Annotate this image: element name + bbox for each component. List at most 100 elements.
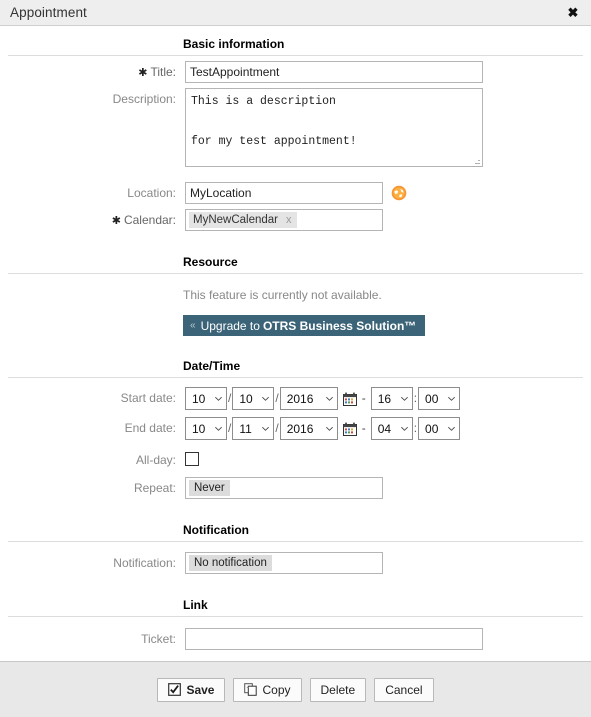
field-row-all-day: All-day: (0, 440, 591, 467)
calendar-tag-remove-icon[interactable]: x (281, 214, 297, 226)
start-time-minute-select[interactable]: 00 (418, 387, 461, 410)
location-input[interactable] (185, 182, 383, 204)
label-start-date: Start date: (120, 391, 176, 405)
ticket-input[interactable] (185, 628, 483, 650)
chevron-down-icon (448, 396, 455, 401)
start-time-hour-value: 16 (377, 391, 392, 406)
description-textarea[interactable]: This is a description for my test appoin… (185, 88, 483, 167)
calendar-icon[interactable] (342, 422, 357, 436)
required-asterisk-calendar: ✱ (111, 215, 121, 227)
required-asterisk-title: ✱ (138, 67, 148, 79)
section-header-basic: Basic information (0, 26, 591, 55)
chevron-down-icon (325, 396, 333, 401)
section-header-datetime: Date/Time (0, 348, 591, 377)
start-date-year-select[interactable]: 2016 (279, 387, 338, 410)
notification-select-value: No notification (189, 555, 272, 571)
chevron-down-icon (448, 426, 455, 431)
save-button[interactable]: Save (157, 677, 226, 702)
field-wrap-calendar: MyNewCalendar x (185, 209, 383, 231)
cancel-button-label: Cancel (385, 682, 423, 697)
field-row-end-date: End date: 10 / 11 / 2016 - 04: 00 (0, 410, 591, 440)
field-wrap-end-date: 10 / 11 / 2016 - 04: 00 (185, 417, 461, 440)
field-row-calendar: ✱ Calendar: MyNewCalendar x (0, 204, 591, 231)
start-date-month-select[interactable]: 10 (232, 387, 275, 410)
label-calendar-text: Calendar: (123, 213, 176, 227)
title-input[interactable] (185, 61, 483, 83)
field-row-title: ✱ Title: (0, 56, 591, 83)
upgrade-button-product: OTRS Business Solution™ (262, 318, 417, 333)
field-wrap-location (185, 182, 407, 204)
end-time-minute-value: 00 (425, 421, 439, 436)
upgrade-chevron-icon: « (190, 319, 196, 331)
globe-icon[interactable] (391, 185, 407, 201)
start-date-year-value: 2016 (286, 391, 314, 406)
section-resource: Resource This feature is currently not a… (0, 244, 591, 336)
calendar-tag: MyNewCalendar x (189, 212, 297, 228)
delete-button[interactable]: Delete (309, 677, 367, 702)
end-time-minute-select[interactable]: 00 (418, 417, 461, 440)
label-end-date: End date: (124, 421, 176, 435)
start-time-minute-value: 00 (425, 391, 439, 406)
field-row-description: Description: This is a description for m… (0, 83, 591, 170)
start-date-month-value: 10 (239, 391, 253, 406)
end-date-day-select[interactable]: 10 (185, 417, 227, 440)
chevron-down-icon (325, 426, 333, 431)
dialog-body: Basic information ✱Title: Description: T… (0, 26, 591, 661)
dialog-footer: Save Copy Delete Cancel (0, 661, 591, 717)
chevron-down-icon (215, 426, 222, 431)
section-basic-information: Basic information ✱Title: Description: T… (0, 26, 591, 231)
calendar-icon[interactable] (342, 392, 357, 406)
section-title-basic: Basic information (183, 37, 285, 51)
dialog-title: Appointment (10, 5, 87, 20)
chevron-down-icon (215, 396, 222, 401)
start-date-day-select[interactable]: 10 (185, 387, 227, 410)
copy-button[interactable]: Copy (233, 677, 302, 702)
end-date-month-select[interactable]: 11 (232, 417, 275, 440)
label-ticket: Ticket: (141, 632, 176, 646)
label-calendar: ✱ Calendar: (0, 209, 176, 227)
chevron-down-icon (400, 396, 408, 401)
start-date-range-dash: - (361, 391, 366, 405)
label-all-day: All-day: (135, 453, 176, 467)
close-icon[interactable]: ✖ (565, 5, 581, 21)
section-title-resource: Resource (183, 255, 238, 269)
end-date-month-value: 11 (239, 421, 252, 436)
section-title-notification: Notification (183, 523, 249, 537)
end-time-hour-value: 04 (377, 421, 392, 436)
label-repeat: Repeat: (133, 481, 176, 495)
chevron-down-icon (262, 396, 270, 401)
field-wrap-notification: No notification (185, 552, 383, 574)
end-time-hour-select[interactable]: 04 (370, 417, 413, 440)
copy-button-label: Copy (262, 682, 291, 697)
field-wrap-title (185, 61, 483, 83)
field-row-notification: Notification: No notification (0, 542, 591, 574)
start-time-hour-select[interactable]: 16 (370, 387, 413, 410)
delete-button-label: Delete (320, 682, 356, 697)
field-wrap-start-date: 10 / 10 / 2016 - 16: 00 (185, 387, 461, 410)
notification-select[interactable]: No notification (185, 552, 383, 574)
description-textarea-wrap: This is a description for my test appoin… (185, 88, 483, 170)
section-title-datetime: Date/Time (183, 359, 241, 373)
section-datetime: Date/Time Start date: 10 / 10 / 2016 - 1… (0, 348, 591, 499)
upgrade-button[interactable]: « Upgrade to OTRS Business Solution™ (183, 315, 426, 336)
calendar-tag-label: MyNewCalendar (193, 214, 279, 226)
label-description: Description: (112, 92, 176, 106)
all-day-checkbox[interactable] (185, 452, 199, 466)
label-notification: Notification: (113, 556, 176, 570)
field-wrap-ticket (185, 628, 483, 650)
end-date-range-dash: - (361, 421, 366, 435)
label-title: ✱ Title: (0, 61, 176, 79)
copy-icon (244, 683, 258, 696)
section-title-link: Link (183, 598, 208, 612)
label-title-text: Title: (150, 65, 176, 79)
repeat-select[interactable]: Never (185, 477, 383, 499)
cancel-button[interactable]: Cancel (374, 677, 434, 702)
field-wrap-all-day (185, 449, 199, 466)
end-date-year-select[interactable]: 2016 (279, 417, 338, 440)
calendar-multiselect[interactable]: MyNewCalendar x (185, 209, 383, 231)
field-row-start-date: Start date: 10 / 10 / 2016 - 16: 00 (0, 378, 591, 410)
field-wrap-repeat: Never (185, 477, 383, 499)
chevron-down-icon (262, 426, 270, 431)
section-notification: Notification Notification: No notificati… (0, 512, 591, 574)
label-location: Location: (127, 186, 176, 200)
